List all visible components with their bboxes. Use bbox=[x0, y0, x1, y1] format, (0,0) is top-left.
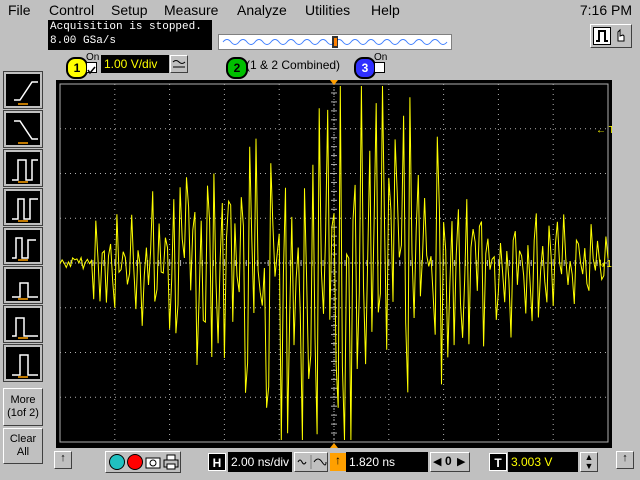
single-mode-button[interactable] bbox=[593, 27, 611, 45]
pointer-mode-button[interactable] bbox=[612, 27, 630, 45]
clear-all-label: Clear All bbox=[9, 433, 37, 458]
pulse-width-icon bbox=[12, 159, 38, 183]
menu-file[interactable]: File bbox=[8, 2, 31, 18]
channel-3-on-checkbox[interactable] bbox=[374, 62, 385, 73]
nav-right-arrow[interactable]: ▶ bbox=[457, 455, 465, 468]
delay-reference-icon[interactable]: ↑ bbox=[330, 453, 346, 471]
hand-pointer-icon bbox=[617, 28, 625, 42]
timeout-trigger-icon bbox=[12, 317, 38, 339]
waveform-display[interactable]: ← T ↳1 bbox=[56, 80, 615, 448]
zoom-waveform-icon bbox=[297, 455, 327, 469]
clear-all-button[interactable]: Clear All bbox=[3, 428, 43, 464]
status-line-2: 8.00 GSa/s bbox=[50, 35, 117, 47]
channel-1-badge[interactable]: 1 bbox=[66, 57, 88, 79]
falling-edge-trigger-button[interactable] bbox=[3, 110, 43, 148]
runt-trigger-icon bbox=[12, 282, 38, 300]
trigger-level-field[interactable]: 3.003 V bbox=[508, 452, 578, 472]
menu-analyze[interactable]: Analyze bbox=[237, 2, 287, 18]
channel-1-ground-marker: ↳1 bbox=[598, 259, 612, 270]
pulse-icon bbox=[596, 30, 608, 42]
time-overview-waveform-icon bbox=[222, 36, 448, 48]
trigger-level-spinner[interactable]: ▲ ▼ bbox=[580, 452, 598, 472]
horizontal-button[interactable]: H bbox=[208, 453, 226, 471]
menu-measure[interactable]: Measure bbox=[164, 2, 218, 18]
channel-1-coupling-button[interactable] bbox=[170, 55, 188, 73]
falling-edge-trigger-icon bbox=[14, 120, 38, 144]
waveform-plot: ← T ↳1 bbox=[59, 80, 615, 448]
acquisition-status: Acquisition is stopped. 8.00 GSa/s bbox=[48, 20, 212, 50]
trigger-button[interactable]: T bbox=[489, 453, 507, 471]
run-mode-group bbox=[590, 24, 632, 48]
pulse-width-2-button[interactable] bbox=[3, 188, 43, 226]
nav-zero-button[interactable]: 0 bbox=[445, 454, 452, 468]
menu-utilities[interactable]: Utilities bbox=[305, 2, 350, 18]
timebase-adjust-group[interactable] bbox=[294, 452, 328, 472]
pulse-width-2-icon bbox=[12, 198, 38, 222]
more-button-label: More (1of 2) bbox=[7, 394, 39, 419]
scroll-up-button-right[interactable]: ↑ bbox=[616, 451, 634, 469]
status-line-1: Acquisition is stopped. bbox=[50, 21, 202, 33]
channel-1-scale-field[interactable]: 1.00 V/div bbox=[101, 55, 169, 73]
time-overview-bar[interactable] bbox=[218, 34, 452, 50]
print-button[interactable] bbox=[163, 454, 179, 470]
channel-2-label: (1 & 2 Combined) bbox=[246, 58, 341, 72]
checkmark-icon bbox=[87, 66, 96, 75]
clock: 7:16 PM bbox=[579, 2, 632, 18]
printer-icon bbox=[163, 454, 179, 470]
ac-coupling-icon bbox=[172, 60, 186, 68]
menu-bar: File Control Setup Measure Analyze Utili… bbox=[0, 0, 640, 20]
trigger-level-marker: ← T bbox=[596, 125, 612, 136]
camera-icon bbox=[145, 457, 161, 469]
more-button[interactable]: More (1of 2) bbox=[3, 388, 43, 426]
rising-edge-trigger-button[interactable] bbox=[3, 71, 43, 109]
scroll-up-button[interactable]: ↑ bbox=[54, 451, 72, 469]
rising-edge-trigger-icon bbox=[14, 81, 38, 105]
pattern-trigger-icon bbox=[12, 354, 38, 378]
delay-field[interactable]: 1.820 ns bbox=[346, 452, 428, 472]
runt-trigger-button[interactable] bbox=[3, 266, 43, 304]
delay-nav-group: ◀ 0 ▶ bbox=[430, 452, 470, 472]
channel-2-badge[interactable]: 2 bbox=[226, 57, 248, 79]
pulse-width-button[interactable] bbox=[3, 149, 43, 187]
timebase-field[interactable]: 2.00 ns/div bbox=[228, 452, 292, 472]
menu-setup[interactable]: Setup bbox=[111, 2, 148, 18]
quick-controls-group bbox=[105, 451, 181, 473]
delay-marker-bottom bbox=[330, 443, 338, 448]
channel-3-badge[interactable]: 3 bbox=[354, 57, 376, 79]
pattern-trigger-button[interactable] bbox=[3, 344, 43, 382]
stop-button[interactable] bbox=[127, 454, 143, 470]
timeout-trigger-button[interactable] bbox=[3, 305, 43, 343]
nav-left-arrow[interactable]: ◀ bbox=[433, 455, 441, 468]
channel-1-on-checkbox[interactable] bbox=[86, 62, 97, 75]
glitch-trigger-button[interactable] bbox=[3, 227, 43, 265]
glitch-trigger-icon bbox=[12, 237, 36, 261]
menu-help[interactable]: Help bbox=[371, 2, 400, 18]
run-button[interactable] bbox=[109, 454, 125, 470]
autoscale-button[interactable] bbox=[145, 454, 161, 470]
menu-control[interactable]: Control bbox=[49, 2, 94, 18]
